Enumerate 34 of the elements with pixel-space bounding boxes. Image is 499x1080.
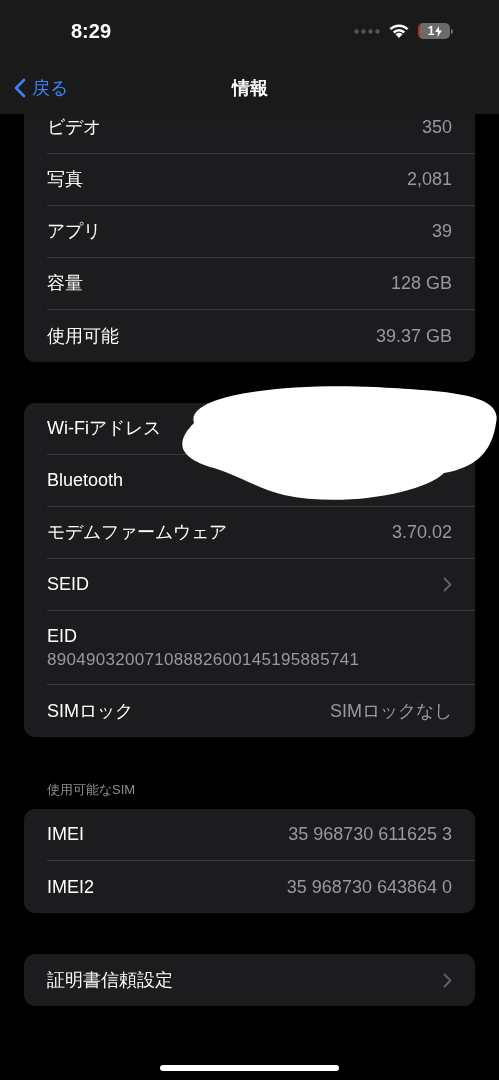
row-label: モデムファームウェア xyxy=(47,521,227,544)
row-label: ビデオ xyxy=(47,116,101,139)
row-value: 39.37 GB xyxy=(375,324,452,348)
row-label: 写真 xyxy=(47,168,83,191)
signal-icon xyxy=(354,28,380,34)
row-value: 350 xyxy=(421,116,452,139)
row-value: 39 xyxy=(431,220,452,243)
row-label: SIMロック xyxy=(47,699,133,723)
chevron-icon xyxy=(443,972,452,988)
row-value: 89049032007108882600145195885741 xyxy=(47,648,361,671)
row-label: アプリ xyxy=(47,220,101,243)
row-label: EID xyxy=(47,624,78,648)
row-label: 使用可能 xyxy=(47,324,119,348)
row-value: SIMロックなし xyxy=(330,699,452,723)
row-value: 128 GB xyxy=(390,272,452,295)
nav-title: 情報 xyxy=(231,76,268,100)
status-time: 8:29 xyxy=(71,19,112,44)
back-button[interactable]: 戻る xyxy=(14,74,68,102)
row-value: 35 968730 611625 3 xyxy=(288,823,452,846)
row-label: IMEI2 xyxy=(47,875,94,899)
row-value: 3.70.02 xyxy=(391,521,452,544)
row-label: IMEI xyxy=(47,823,84,846)
chevron-icon xyxy=(443,577,452,592)
chevron-left-icon xyxy=(14,78,26,98)
row-label: 証明書信頼設定 xyxy=(47,968,173,992)
battery-icon: 1 xyxy=(418,23,453,39)
row-label: 容量 xyxy=(47,272,83,295)
section-header: 使用可能なSIM xyxy=(47,782,136,797)
row-label: Wi-Fiアドレス xyxy=(47,417,161,440)
wifi-icon xyxy=(388,23,410,39)
row-label: SEID xyxy=(47,573,89,596)
row-label: Bluetooth xyxy=(47,469,124,492)
row-value: 2,081 xyxy=(406,168,452,191)
row-value: 35 968730 643864 0 xyxy=(286,875,452,899)
